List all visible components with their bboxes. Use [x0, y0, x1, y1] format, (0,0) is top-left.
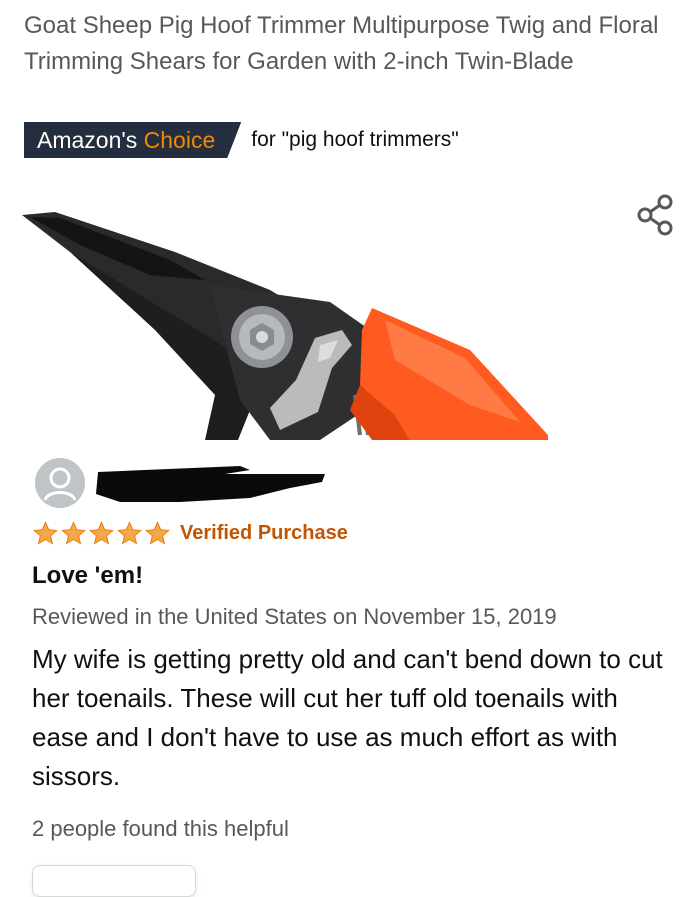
review-title[interactable]: Love 'em! [32, 562, 143, 590]
star-icon [89, 521, 114, 545]
rating-row: Verified Purchase [32, 520, 348, 547]
amazons-choice-badge[interactable]: Amazon's Choice [24, 122, 241, 158]
badge-accent: Choice [143, 127, 216, 153]
star-icon [61, 521, 86, 545]
helpful-count: 2 people found this helpful [32, 816, 289, 841]
helpful-button[interactable] [32, 865, 196, 897]
badge-query: for "pig hoof trimmers" [251, 128, 459, 151]
star-icon [145, 521, 170, 545]
amazons-choice-row: Amazon's Choice for "pig hoof trimmers" [24, 122, 459, 158]
product-image[interactable] [0, 190, 700, 440]
product-title: Goat Sheep Pig Hoof Trimmer Multipurpose… [24, 12, 659, 75]
review-date: Reviewed in the United States on Novembe… [32, 604, 557, 629]
star-icon [117, 521, 142, 545]
badge-prefix: Amazon's [37, 127, 138, 153]
review-body: My wife is getting pretty old and can't … [32, 644, 663, 791]
verified-purchase-label[interactable]: Verified Purchase [180, 522, 348, 545]
pruning-shears-image [22, 212, 548, 440]
user-avatar-icon[interactable] [35, 458, 85, 508]
reviewer-name-redaction [90, 458, 330, 508]
star-rating[interactable] [32, 520, 172, 547]
star-icon [33, 521, 58, 545]
